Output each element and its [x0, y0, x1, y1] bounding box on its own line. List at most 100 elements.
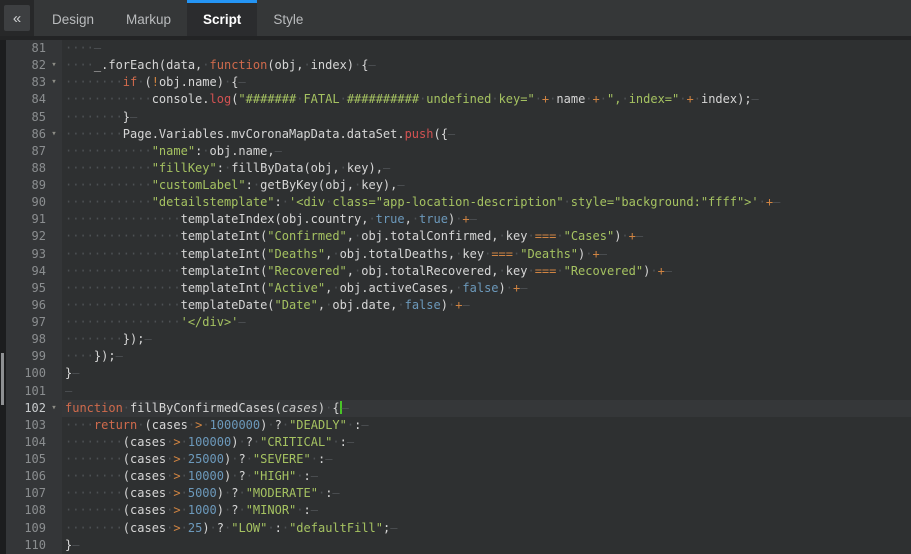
line-number-label: 101 [6, 383, 46, 400]
line-number-label: 93 [6, 246, 46, 263]
line-number: 90 [6, 194, 62, 211]
fold-spacer [46, 177, 62, 194]
collapse-well: « [0, 0, 34, 36]
code-row: 102▾function·fillByConfirmedCases(cases)… [6, 400, 911, 417]
fold-spacer [46, 348, 62, 365]
code-line[interactable]: ············"detailstemplate":·'<div·cla… [62, 194, 911, 211]
line-number-label: 84 [6, 91, 46, 108]
code-line[interactable]: ············"customLabel":·getByKey(obj,… [62, 177, 911, 194]
code-line[interactable]: ········(cases·>·25)·?·"LOW"·:·"defaultF… [62, 520, 911, 537]
code-line[interactable]: ················'</div>'– [62, 314, 911, 331]
line-number-label: 102 [6, 400, 46, 417]
code-line[interactable]: ········(cases·>·100000)·?·"CRITICAL"·:– [62, 434, 911, 451]
eol-marker: – [116, 349, 123, 363]
fold-spacer [46, 383, 62, 400]
code-line[interactable]: ····_.forEach(data,·function(obj,·index)… [62, 57, 911, 74]
code-line[interactable]: ········(cases·>·10000)·?·"HIGH"·:– [62, 468, 911, 485]
code-row: 85 ········}– [6, 109, 911, 126]
line-number-label: 107 [6, 485, 46, 502]
code-row: 84 ············console.log("#######·FATAL… [6, 91, 911, 108]
code-line[interactable]: ················templateIndex(obj.countr… [62, 211, 911, 228]
collapse-panel-button[interactable]: « [4, 5, 30, 31]
code-line[interactable]: ············"name":·obj.name,– [62, 143, 911, 160]
code-line[interactable]: function·fillByConfirmedCases(cases)·{– [62, 400, 911, 417]
line-number: 101 [6, 383, 62, 400]
left-scrollbar[interactable] [0, 40, 6, 554]
tab-style[interactable]: Style [257, 0, 319, 36]
code-row: 110}– [6, 537, 911, 554]
line-number-label: 88 [6, 160, 46, 177]
fold-toggle-icon[interactable]: ▾ [46, 74, 62, 91]
eol-marker: – [325, 452, 332, 466]
script-code-editor[interactable]: 81····–82▾····_.forEach(data,·function(o… [0, 36, 911, 554]
line-number-label: 85 [6, 109, 46, 126]
fold-spacer [46, 143, 62, 160]
code-line[interactable]: }– [62, 365, 911, 382]
code-line[interactable]: ················templateDate("Date",·obj… [62, 297, 911, 314]
code-line[interactable]: ····return·(cases·>·1000000)·?·"DEADLY"·… [62, 417, 911, 434]
tab-design[interactable]: Design [36, 0, 110, 36]
eol-marker: – [665, 264, 672, 278]
code-line[interactable]: ················templateInt("Deaths",·ob… [62, 246, 911, 263]
scrollbar-thumb[interactable] [1, 353, 4, 405]
line-number-label: 109 [6, 520, 46, 537]
line-number-label: 86 [6, 126, 46, 143]
fold-spacer [46, 109, 62, 126]
line-number: 94 [6, 263, 62, 280]
line-number: 97 [6, 314, 62, 331]
code-line[interactable]: ············console.log("#######·FATAL·#… [62, 91, 911, 108]
eol-marker: – [600, 247, 607, 261]
code-line[interactable]: ············"fillKey":·fillByData(obj,·k… [62, 160, 911, 177]
tab-markup[interactable]: Markup [110, 0, 187, 36]
line-number-label: 97 [6, 314, 46, 331]
code-line[interactable]: ················templateInt("Recovered",… [62, 263, 911, 280]
line-number-label: 96 [6, 297, 46, 314]
line-number-label: 89 [6, 177, 46, 194]
fold-spacer [46, 91, 62, 108]
code-row: 107 ········(cases·>·5000)·?·"MODERATE"·:… [6, 485, 911, 502]
code-row: 81 ····– [6, 40, 911, 57]
code-line[interactable]: ········Page.Variables.mvCoronaMapData.d… [62, 126, 911, 143]
fold-toggle-icon[interactable]: ▾ [46, 400, 62, 417]
line-number-label: 82 [6, 57, 46, 74]
code-line[interactable]: ········});– [62, 331, 911, 348]
code-line[interactable]: – [62, 383, 911, 400]
view-tabs: DesignMarkupScriptStyle [36, 0, 319, 36]
fold-spacer [46, 451, 62, 468]
code-line[interactable]: ····});– [62, 348, 911, 365]
line-number: 82▾ [6, 57, 62, 74]
code-line[interactable]: ················templateInt("Active",·ob… [62, 280, 911, 297]
code-row: 92················templateInt("Confirmed… [6, 228, 911, 245]
code-line[interactable]: ····– [62, 40, 911, 57]
line-number: 106 [6, 468, 62, 485]
eol-marker: – [752, 92, 759, 106]
fold-toggle-icon[interactable]: ▾ [46, 57, 62, 74]
fold-spacer [46, 365, 62, 382]
line-number-label: 95 [6, 280, 46, 297]
tab-script[interactable]: Script [187, 0, 257, 36]
code-line[interactable]: }– [62, 537, 911, 554]
fold-toggle-icon[interactable]: ▾ [46, 126, 62, 143]
editor-tab-bar: « DesignMarkupScriptStyle [0, 0, 911, 36]
code-line[interactable]: ········}– [62, 109, 911, 126]
collapse-chevrons-icon: « [13, 10, 21, 27]
line-number: 87 [6, 143, 62, 160]
line-number: 91 [6, 211, 62, 228]
code-row: 105········(cases·>·25000)·?·"SEVERE"·:– [6, 451, 911, 468]
code-line[interactable]: ········(cases·>·25000)·?·"SEVERE"·:– [62, 451, 911, 468]
fold-spacer [46, 40, 62, 57]
code-line[interactable]: ················templateInt("Confirmed",… [62, 228, 911, 245]
code-line[interactable]: ········(cases·>·1000)·?·"MINOR"·:– [62, 502, 911, 519]
code-line[interactable]: ········(cases·>·5000)·?·"MODERATE"·:– [62, 485, 911, 502]
fold-spacer [46, 520, 62, 537]
code-line[interactable]: ········if·(!obj.name)·{– [62, 74, 911, 91]
line-number-label: 81 [6, 40, 46, 57]
line-number: 102▾ [6, 400, 62, 417]
line-number: 109 [6, 520, 62, 537]
code-row: 83▾········if·(!obj.name)·{– [6, 74, 911, 91]
code-row: 94················templateInt("Recovered… [6, 263, 911, 280]
eol-marker: – [144, 332, 151, 346]
line-number-label: 87 [6, 143, 46, 160]
line-number: 89 [6, 177, 62, 194]
line-number: 108 [6, 502, 62, 519]
